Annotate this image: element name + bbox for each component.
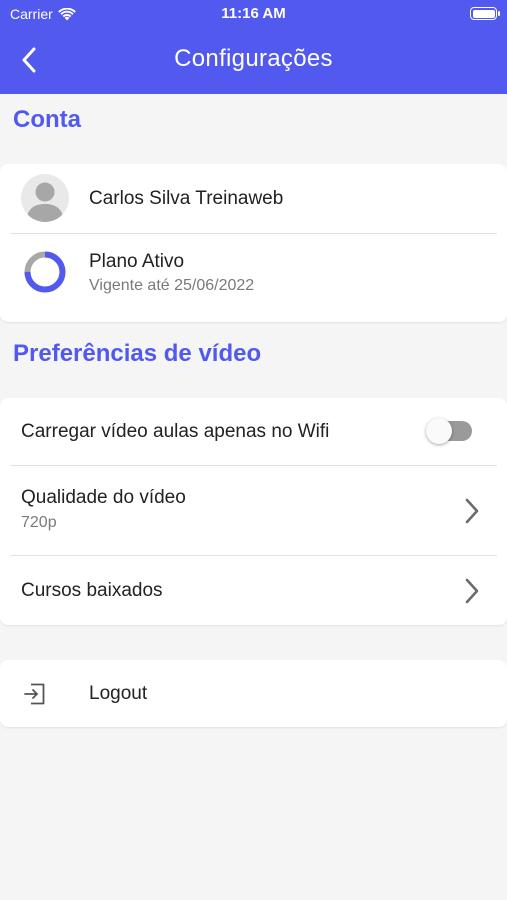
section-title-video: Preferências de vídeo: [13, 340, 262, 367]
status-bar: Carrier 11:16 AM: [0, 0, 507, 28]
wifi-only-row[interactable]: Carregar vídeo aulas apenas no Wifi: [0, 398, 507, 465]
page-title: Configurações: [174, 45, 333, 72]
wifi-only-label: Carregar vídeo aulas apenas no Wifi: [21, 421, 330, 442]
avatar: [21, 174, 69, 222]
section-title-account: Conta: [13, 106, 81, 133]
logout-label: Logout: [89, 683, 148, 704]
plan-title: Plano Ativo: [89, 251, 185, 272]
video-quality-row[interactable]: Qualidade do vídeo 720p: [0, 466, 507, 554]
app-header: Carrier 11:16 AM Configurações: [0, 0, 507, 94]
logout-row[interactable]: Logout: [0, 660, 507, 727]
profile-row[interactable]: Carlos Silva Treinaweb: [0, 164, 507, 233]
battery-icon: [470, 7, 500, 20]
video-prefs-card: Carregar vídeo aulas apenas no Wifi Qual…: [0, 398, 507, 625]
user-name: Carlos Silva Treinaweb: [89, 188, 284, 209]
chevron-right-icon: [465, 578, 479, 604]
downloaded-courses-row[interactable]: Cursos baixados: [0, 556, 507, 625]
person-icon: [26, 182, 64, 222]
plan-subtitle: Vigente até 25/06/2022: [89, 277, 255, 294]
downloaded-courses-label: Cursos baixados: [21, 580, 163, 601]
logout-card: Logout: [0, 660, 507, 727]
status-time: 11:16 AM: [221, 5, 286, 22]
chevron-right-icon: [465, 498, 479, 524]
plan-row[interactable]: Plano Ativo Vigente até 25/06/2022: [0, 234, 507, 322]
logout-icon: [24, 683, 45, 705]
toggle-knob: [426, 418, 452, 444]
video-quality-value: 720p: [21, 514, 57, 531]
video-quality-label: Qualidade do vídeo: [21, 487, 186, 508]
account-card: Carlos Silva Treinaweb Plano Ativo Vigen…: [0, 164, 507, 322]
plan-progress-ring: [24, 251, 66, 293]
wifi-only-toggle[interactable]: [426, 418, 472, 444]
